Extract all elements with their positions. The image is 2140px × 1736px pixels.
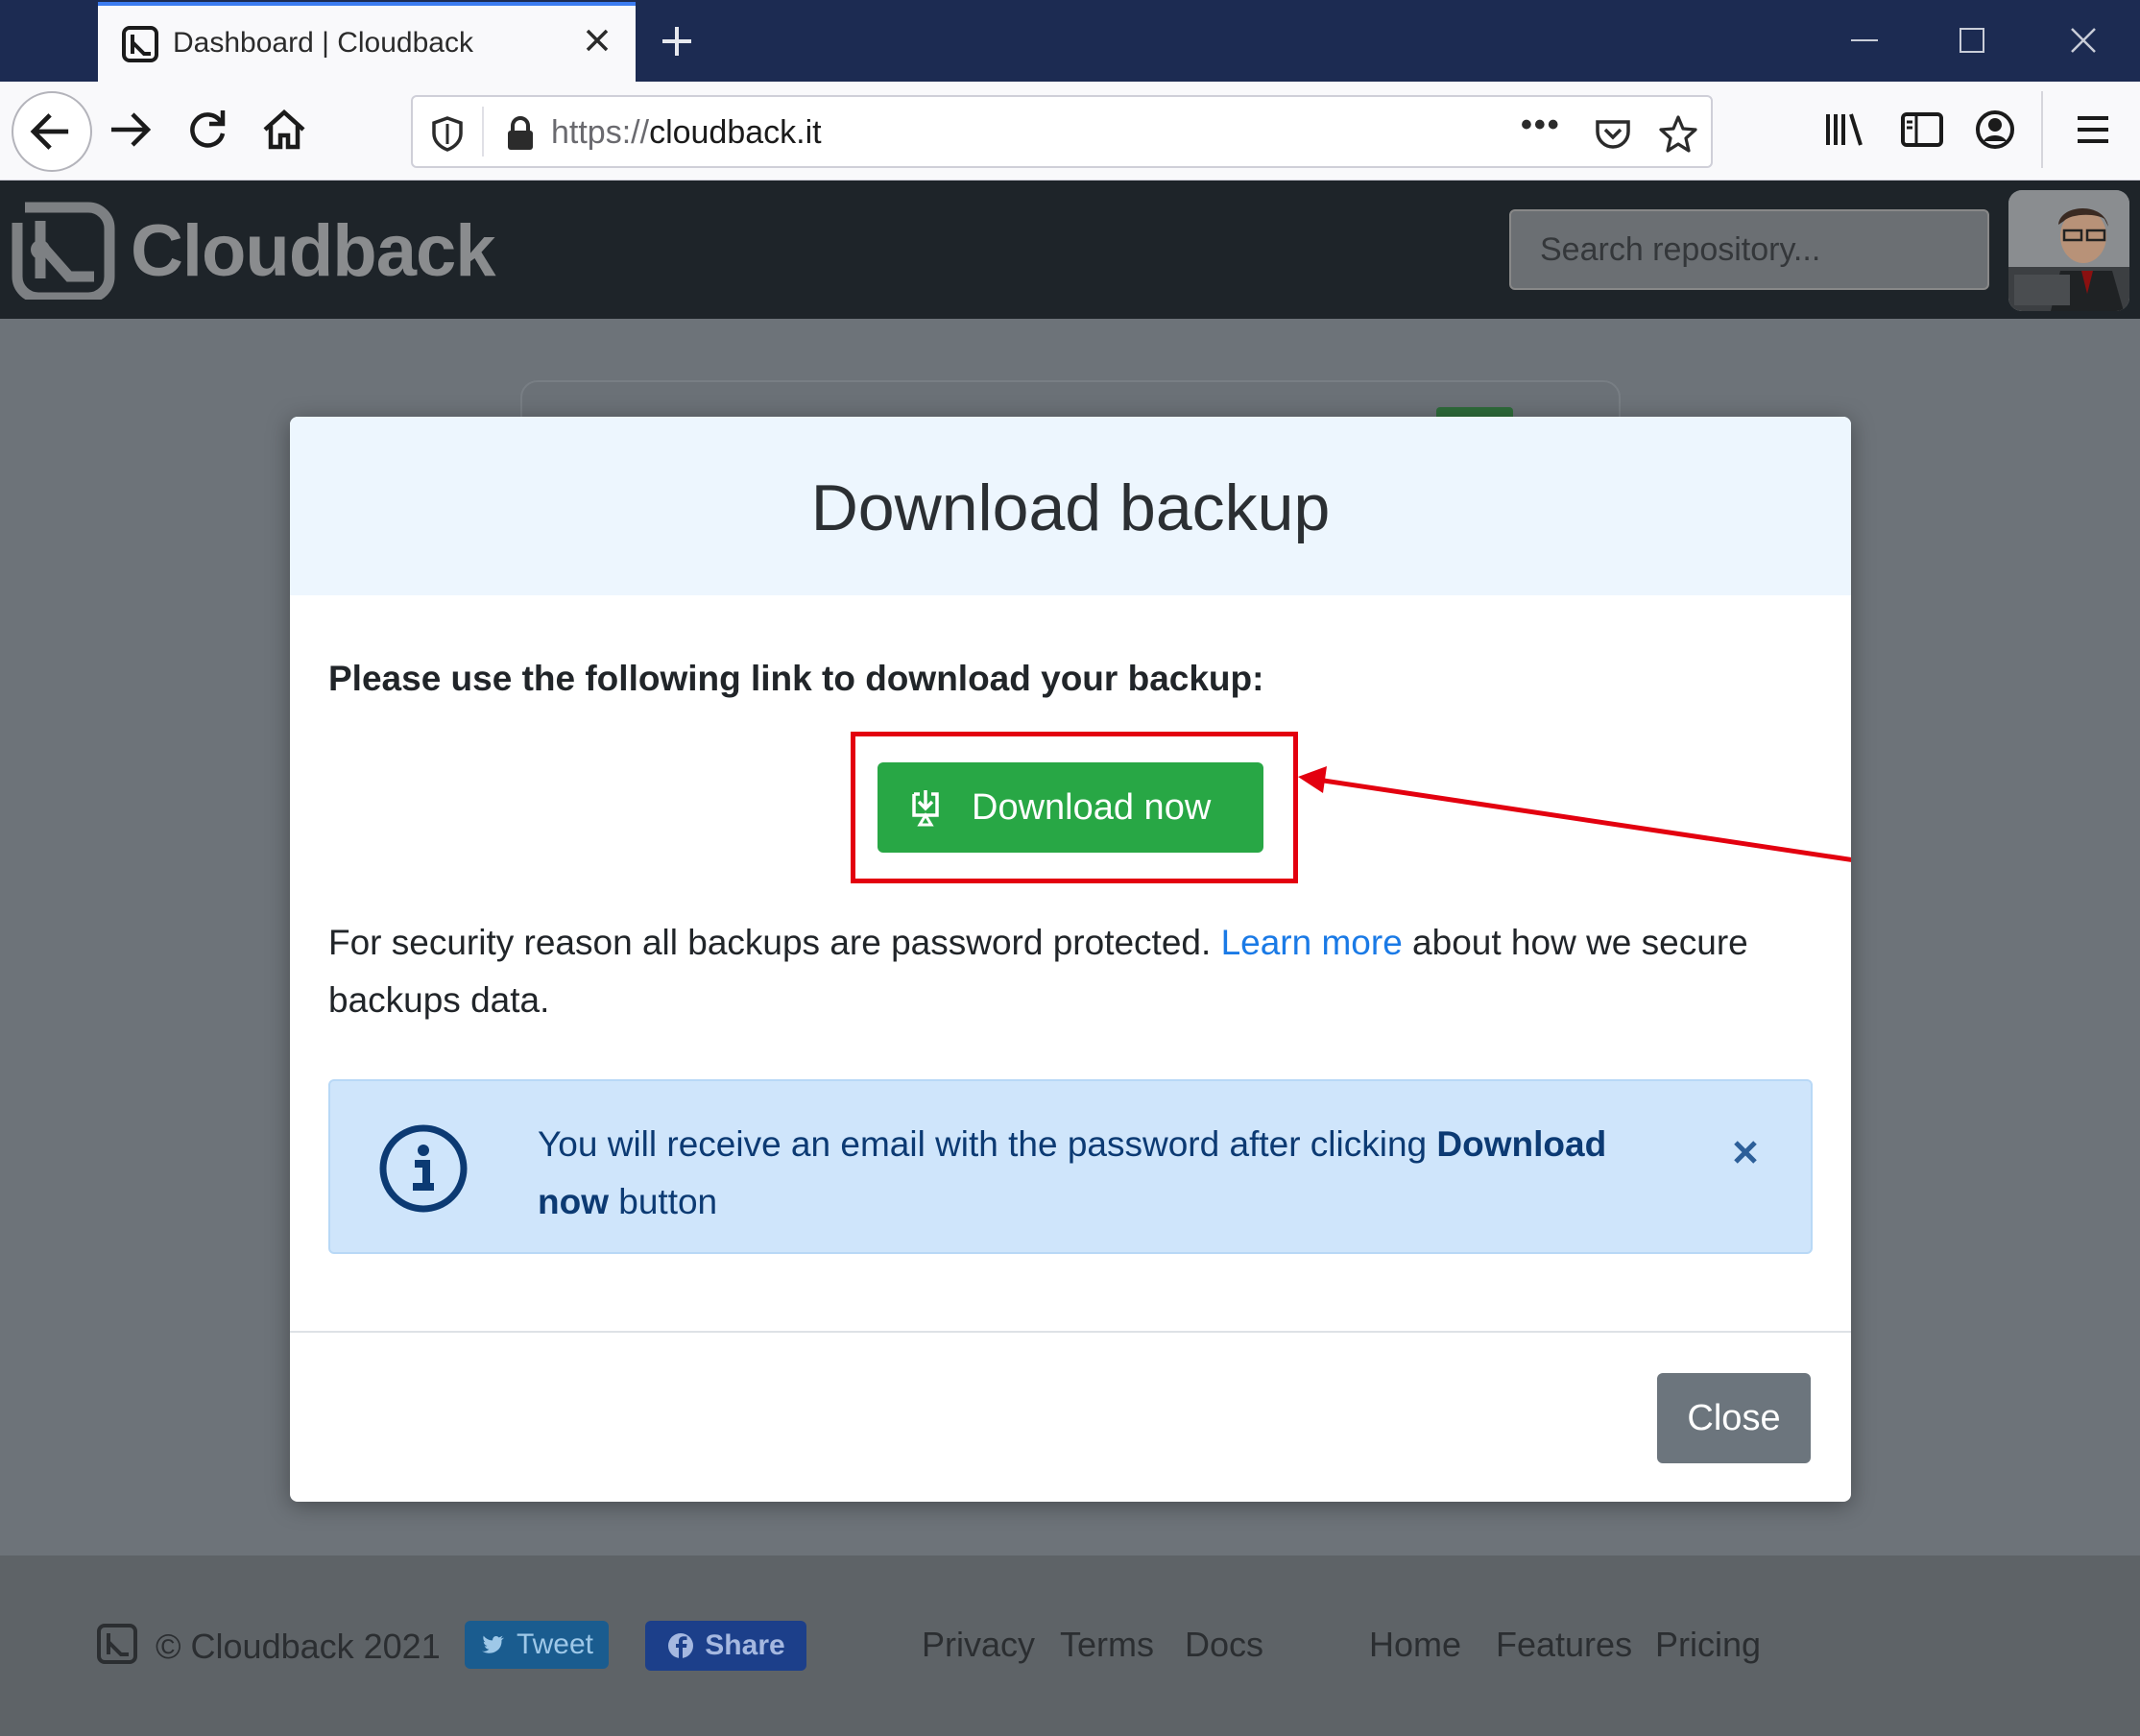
library-icon[interactable] (1816, 101, 1874, 158)
tweet-label: Tweet (516, 1628, 594, 1660)
browser-tabstrip: Dashboard | Cloudback (0, 0, 2140, 82)
menu-hamburger-icon[interactable] (2064, 101, 2122, 158)
footer-link-features[interactable]: Features (1496, 1625, 1632, 1665)
browser-navbar: https://cloudback.it ••• (0, 82, 2140, 181)
search-repository-input[interactable] (1509, 209, 1989, 290)
pocket-icon[interactable] (1592, 112, 1634, 155)
shield-icon[interactable] (426, 112, 469, 155)
annotation-arrow-icon (1298, 766, 1851, 862)
cloudback-favicon-icon (122, 26, 158, 62)
footer-copyright: © Cloudback 2021 (156, 1627, 441, 1666)
sidebar-icon[interactable] (1893, 101, 1951, 158)
url-scheme: https:// (551, 114, 650, 151)
bookmark-star-icon[interactable] (1657, 112, 1699, 155)
footer-link-terms[interactable]: Terms (1060, 1625, 1154, 1665)
footer-link-pricing[interactable]: Pricing (1655, 1625, 1761, 1665)
alert-text-part2: button (608, 1182, 718, 1221)
forward-icon[interactable] (102, 101, 159, 158)
user-avatar-icon (2008, 190, 2129, 311)
facebook-icon (668, 1633, 694, 1658)
twitter-bird-icon (481, 1635, 505, 1653)
alert-text-part1: You will receive an email with the passw… (538, 1124, 1437, 1164)
modal-footer-divider (290, 1331, 1851, 1333)
url-host: cloudback.it (649, 114, 822, 151)
footer-link-privacy[interactable]: Privacy (922, 1625, 1035, 1665)
address-bar[interactable]: https://cloudback.it ••• (411, 95, 1713, 168)
security-text-before: For security reason all backups are pass… (328, 923, 1221, 962)
back-button[interactable] (12, 91, 92, 172)
info-alert: You will receive an email with the passw… (328, 1079, 1813, 1254)
lock-icon[interactable] (499, 112, 541, 155)
urlbar-divider (482, 107, 484, 157)
browser-tab[interactable]: Dashboard | Cloudback (98, 2, 636, 82)
alert-close-icon[interactable] (1724, 1131, 1767, 1173)
arrow-left-icon (30, 113, 69, 150)
avatar[interactable] (2008, 190, 2129, 311)
tab-title: Dashboard | Cloudback (173, 27, 473, 59)
site-footer: © Cloudback 2021 Tweet Share Privacy Ter… (0, 1555, 2140, 1736)
cloudback-footer-logo-icon (97, 1624, 137, 1664)
footer-link-docs[interactable]: Docs (1185, 1625, 1263, 1665)
security-notice: For security reason all backups are pass… (328, 914, 1807, 1029)
modal-lead-text: Please use the following link to downloa… (328, 659, 1264, 698)
alert-message: You will receive an email with the passw… (538, 1116, 1613, 1231)
facebook-share-button[interactable]: Share (645, 1621, 806, 1671)
modal-title: Download backup (810, 471, 1331, 544)
account-icon[interactable] (1966, 101, 2024, 158)
url-text[interactable]: https://cloudback.it (551, 114, 822, 152)
toolbar-divider (2041, 91, 2043, 168)
new-tab-icon[interactable] (653, 17, 701, 65)
learn-more-link[interactable]: Learn more (1221, 923, 1403, 962)
annotation-highlight-box (851, 732, 1298, 883)
cloudback-logo-icon[interactable] (12, 200, 115, 300)
close-window-icon[interactable] (2064, 21, 2103, 60)
download-backup-modal: Download backup Please use the following… (290, 417, 1851, 1502)
close-tab-icon[interactable] (576, 19, 618, 61)
home-icon[interactable] (255, 101, 313, 158)
share-label: Share (705, 1629, 785, 1661)
footer-link-home[interactable]: Home (1369, 1625, 1461, 1665)
reload-icon[interactable] (179, 101, 236, 158)
tweet-button[interactable]: Tweet (465, 1621, 609, 1669)
info-circle-icon (379, 1124, 468, 1213)
modal-header: Download backup (290, 417, 1851, 595)
minimize-window-icon[interactable] (1845, 21, 1884, 60)
site-header: Cloudback (0, 181, 2140, 319)
site-name[interactable]: Cloudback (131, 209, 495, 293)
maximize-window-icon[interactable] (1953, 21, 1991, 60)
close-button[interactable]: Close (1657, 1373, 1811, 1463)
page-actions-menu-icon[interactable]: ••• (1521, 107, 1561, 144)
